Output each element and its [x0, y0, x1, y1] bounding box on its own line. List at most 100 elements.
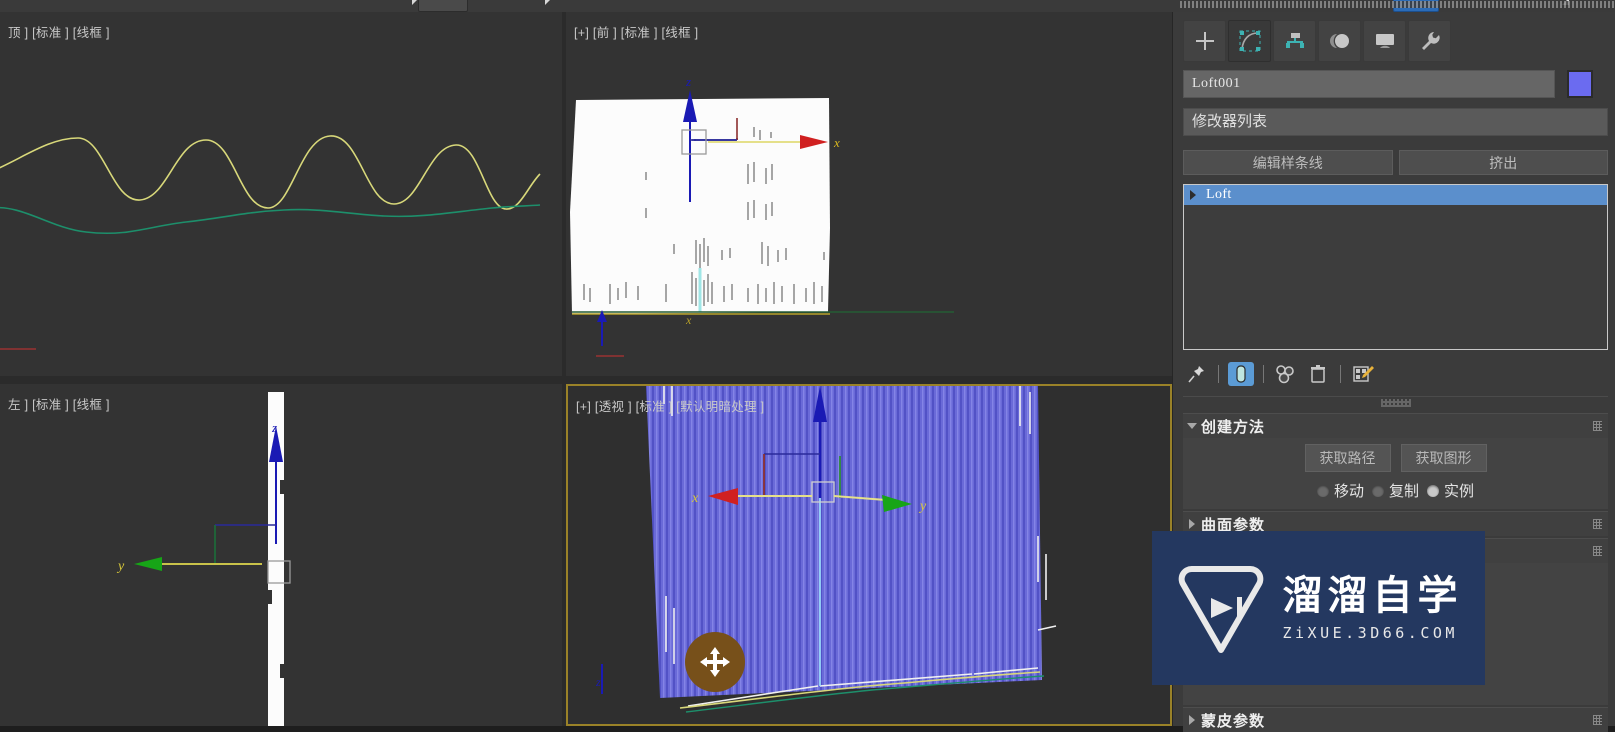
modifier-quick-buttons: 编辑样条线 挤出: [1183, 150, 1608, 175]
watermark-text-group: 溜溜自学 ZiXUE.3D66.COM: [1283, 574, 1463, 642]
viewport-left[interactable]: z y 左 ] [标准 ] [线框 ]: [0, 384, 562, 726]
chevron-down-icon: [1183, 423, 1201, 429]
rollout-scroll-grip[interactable]: [1183, 396, 1608, 411]
watermark-overlay: 溜溜自学 ZiXUE.3D66.COM: [1152, 531, 1485, 685]
spline-shape-green: [0, 204, 541, 235]
plus-icon: [1195, 32, 1214, 50]
trash-glyph: [1311, 365, 1325, 383]
rollout-header-skin-parameters[interactable]: 蒙皮参数: [1183, 707, 1608, 732]
command-panel-tabs: [1183, 20, 1451, 62]
expand-triangle-icon[interactable]: [1188, 189, 1200, 201]
toolbar-divider-1: [1218, 365, 1219, 383]
radio-dot-move: [1316, 484, 1329, 497]
rollout-header-creation-method[interactable]: 创建方法: [1183, 413, 1608, 438]
panel-tab-display[interactable]: [1363, 20, 1406, 62]
viewport-top-canvas: [0, 135, 541, 350]
radio-dot-copy: [1371, 484, 1384, 497]
svg-text:y: y: [116, 559, 125, 574]
toolbar-drag-dots[interactable]: [1180, 1, 1615, 8]
viewport-grid: 顶 ] [标准 ] [线框 ] z x x [+] [前] [标准] [线框…: [0, 12, 1172, 726]
rollout-grip-dots-path[interactable]: [1593, 546, 1602, 556]
motion-icon: [1329, 34, 1349, 48]
test-tube-glyph: [1236, 365, 1246, 383]
toolbar-divider-3: [1340, 365, 1341, 383]
object-name-row: Loft001: [1183, 70, 1608, 98]
viewport-perspective-label: [+] [透视 ] [标准 ] [默认明暗处理 ]: [576, 400, 765, 414]
radio-dot-instance: [1427, 484, 1439, 497]
rollout-title-skin-parameters: 蒙皮参数: [1201, 712, 1266, 730]
make-unique-glyph: [1276, 365, 1294, 384]
viewport-perspective-canvas: x y z: [595, 386, 1057, 713]
rollout-creation-method: 创建方法 获取路径 获取图形 移动 复制 实例: [1183, 413, 1608, 509]
pin-stack-icon[interactable]: [1183, 362, 1209, 386]
toolbar-divider-2: [1263, 365, 1264, 383]
wrench-icon: [1421, 32, 1440, 50]
creation-method-buttons: 获取路径 获取图形: [1183, 444, 1608, 472]
configure-modifier-sets-icon[interactable]: [1350, 362, 1376, 386]
radio-label-copy: 复制: [1388, 483, 1419, 500]
watermark-title: 溜溜自学: [1282, 574, 1463, 618]
viewport-top[interactable]: 顶 ] [标准 ] [线框 ]: [0, 12, 562, 376]
pin-glyph: [1188, 366, 1204, 383]
viewport-front-canvas: z x x: [570, 74, 954, 357]
panel-tab-create[interactable]: [1183, 20, 1226, 62]
radio-copy[interactable]: 复制: [1371, 480, 1419, 501]
viewport-splitter-vertical[interactable]: [562, 12, 566, 726]
edit-spline-button[interactable]: 编辑样条线: [1183, 150, 1393, 175]
svg-text:z: z: [595, 675, 601, 689]
get-path-button[interactable]: 获取路径: [1304, 444, 1391, 472]
modifier-stack-toolbar: [1183, 360, 1608, 388]
toolbar-corner-b: [545, 0, 552, 5]
move-tool-cursor-badge: [685, 632, 745, 692]
get-shape-button[interactable]: 获取图形: [1400, 444, 1487, 472]
rollout-grip-dots-skin[interactable]: [1593, 715, 1602, 725]
radio-label-instance: 实例: [1444, 483, 1475, 500]
viewport-left-label: 左 ] [标准 ] [线框 ]: [8, 398, 110, 412]
object-name-input[interactable]: Loft001: [1183, 70, 1555, 98]
configure-sets-glyph: [1353, 366, 1374, 382]
viewport-top-label: 顶 ] [标准 ] [线框 ]: [8, 26, 110, 40]
chevron-right-icon-surface: [1183, 519, 1201, 529]
panel-tab-modify[interactable]: [1228, 20, 1271, 62]
radio-label-move: 移动: [1333, 483, 1364, 500]
svg-text:x: x: [685, 313, 692, 327]
object-color-swatch[interactable]: [1567, 70, 1593, 98]
modifier-stack-list[interactable]: Loft: [1183, 184, 1608, 350]
viewport-perspective[interactable]: x y z [+] [透视 ] [标准 ] [默认明暗处理 ]: [566, 384, 1172, 726]
play-logo-icon: [1178, 566, 1263, 653]
hierarchy-icon: [1285, 33, 1304, 48]
modifier-list-dropdown[interactable]: 修改器列表: [1183, 108, 1608, 136]
rollout-skin-parameters: 蒙皮参数: [1183, 707, 1608, 732]
chevron-right-icon-skin: [1183, 715, 1201, 725]
modify-icon: [1239, 30, 1260, 52]
remove-modifier-icon[interactable]: [1305, 362, 1331, 386]
display-icon: [1375, 34, 1394, 48]
panel-tab-utilities[interactable]: [1408, 20, 1451, 62]
panel-tab-motion[interactable]: [1318, 20, 1361, 62]
rollout-title-creation-method: 创建方法: [1201, 418, 1266, 436]
radio-move[interactable]: 移动: [1316, 480, 1364, 501]
rollout-grip-dots[interactable]: [1593, 421, 1602, 431]
make-unique-icon[interactable]: [1273, 362, 1299, 386]
rollout-grip-dots-surface[interactable]: [1593, 519, 1602, 529]
modifier-stack-item-loft[interactable]: Loft: [1184, 185, 1607, 205]
svg-text:z: z: [685, 74, 691, 89]
svg-text:y: y: [918, 499, 927, 514]
rollout-body-creation-method: 获取路径 获取图形 移动 复制 实例: [1183, 438, 1608, 509]
svg-text:x: x: [833, 135, 840, 150]
creation-method-radios: 移动 复制 实例: [1183, 480, 1608, 501]
viewport-splitter-horizontal[interactable]: [0, 376, 1172, 384]
move-gizmo-left[interactable]: z y: [116, 420, 291, 584]
viewport-front-label: [+] [前 ] [标准 ] [线框 ]: [574, 26, 699, 40]
toolbar-button-left[interactable]: [418, 0, 468, 12]
move-arrows-icon: [700, 647, 730, 677]
panel-tab-hierarchy[interactable]: [1273, 20, 1316, 62]
extrude-button[interactable]: 挤出: [1398, 150, 1608, 175]
viewport-front[interactable]: z x x [+] [前] [标准] [线框]: [566, 12, 1172, 376]
world-axis-tripod-perspective: z: [595, 664, 603, 694]
show-end-result-icon[interactable]: [1228, 362, 1254, 386]
radio-instance[interactable]: 实例: [1427, 480, 1474, 501]
watermark-subtitle: ZiXUE.3D66.COM: [1282, 624, 1458, 642]
svg-text:z: z: [271, 420, 277, 435]
svg-text:x: x: [691, 491, 699, 506]
